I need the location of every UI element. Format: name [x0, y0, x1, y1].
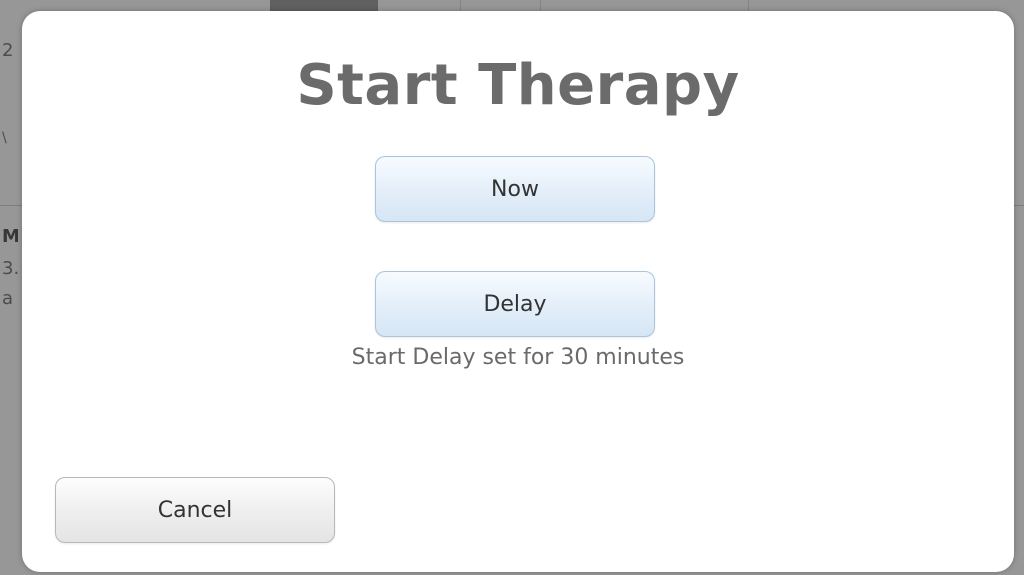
- cancel-button-label: Cancel: [157, 497, 233, 523]
- delay-status-text: Start Delay set for 30 minutes: [351, 345, 685, 370]
- delay-button-label: Delay: [483, 291, 547, 317]
- now-button-label: Now: [491, 176, 539, 202]
- start-therapy-dialog: Start Therapy Now Delay Start Delay set …: [22, 11, 1014, 572]
- cancel-button[interactable]: Cancel: [55, 477, 335, 543]
- dialog-title: Start Therapy: [296, 53, 740, 118]
- now-button[interactable]: Now: [375, 156, 655, 222]
- delay-button[interactable]: Delay: [375, 271, 655, 337]
